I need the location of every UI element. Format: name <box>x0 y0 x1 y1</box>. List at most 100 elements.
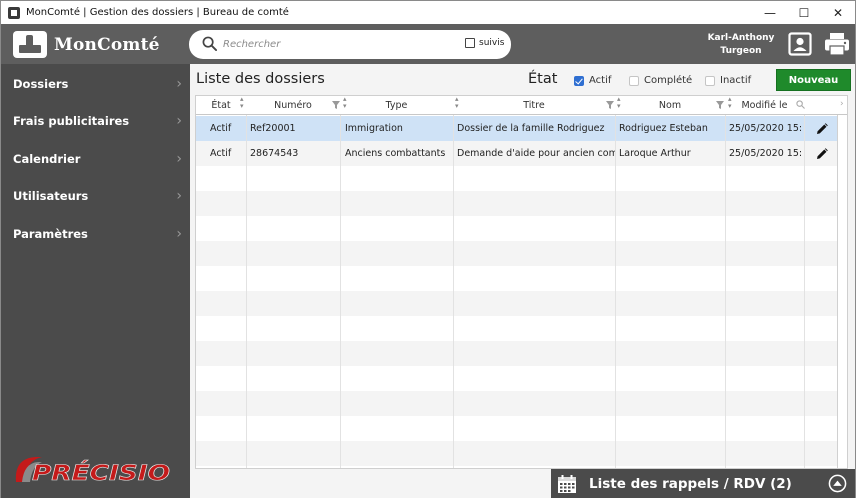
column-divider <box>725 115 726 468</box>
cell-nom: Laroque Arthur <box>619 148 691 159</box>
cell-etat: Actif <box>210 148 232 159</box>
sidebar-item-label: Frais publicitaires <box>13 113 130 128</box>
calendar-icon <box>558 474 576 493</box>
empty-row <box>196 316 837 341</box>
empty-row <box>196 366 837 391</box>
filter-funnel-icon[interactable] <box>716 101 724 109</box>
filter-label: Actif <box>589 75 612 86</box>
filter-label: Complété <box>644 75 693 86</box>
main-panel: Liste des dossiers État Actif Complété I… <box>190 64 855 498</box>
cell-numero: Ref20001 <box>250 123 296 134</box>
sidebar-item-frais-publicitaires[interactable]: Frais publicitaires › <box>1 102 190 139</box>
empty-row <box>196 191 837 216</box>
empty-row <box>196 441 837 466</box>
user-last-name: Turgeon <box>720 46 762 56</box>
cell-modifie: 25/05/2020 15: <box>729 148 803 159</box>
edit-button[interactable] <box>810 141 834 166</box>
cell-etat: Actif <box>210 123 232 134</box>
dossiers-table: État ▴ ▾ Numéro ▴ ▾ Type ▴ ▾ Titre ▴ ▾ N… <box>195 95 848 469</box>
search-input[interactable] <box>223 35 443 54</box>
search-column-icon[interactable] <box>796 100 805 109</box>
scroll-right-icon[interactable]: › <box>840 99 844 109</box>
sidebar: Dossiers › Frais publicitaires › Calendr… <box>1 64 190 498</box>
chevron-up-circle-icon[interactable] <box>828 474 847 493</box>
filter-funnel-icon[interactable] <box>606 101 614 109</box>
app-icon <box>8 6 20 19</box>
page-title: Liste des dossiers <box>196 71 325 87</box>
filter-inactif[interactable]: Inactif <box>705 75 751 86</box>
app-logo[interactable]: MonComté <box>13 31 160 58</box>
app-header: MonComté suivis Karl-Anthony Turgeon <box>1 24 855 64</box>
search-icon[interactable] <box>202 36 217 51</box>
column-header-etat[interactable]: État <box>196 96 246 115</box>
table-header: État ▴ ▾ Numéro ▴ ▾ Type ▴ ▾ Titre ▴ ▾ N… <box>196 96 847 115</box>
user-first-name: Karl-Anthony <box>707 33 775 43</box>
chevron-right-icon: › <box>176 225 182 242</box>
empty-row <box>196 416 837 441</box>
column-divider <box>453 115 454 468</box>
filter-actif[interactable]: Actif <box>574 75 611 86</box>
suivis-checkbox[interactable]: suivis <box>465 38 504 48</box>
close-button[interactable]: ✕ <box>821 1 855 24</box>
precisio-logo: PRÉCISIO <box>15 457 170 485</box>
sidebar-item-label: Paramètres <box>13 226 88 241</box>
minimize-button[interactable]: — <box>753 1 787 24</box>
window-controls: — ☐ ✕ <box>753 1 855 24</box>
empty-row <box>196 291 837 316</box>
title-bar: MonComté | Gestion des dossiers | Bureau… <box>1 1 855 24</box>
column-divider <box>340 115 341 468</box>
window-title: MonComté | Gestion des dossiers | Bureau… <box>26 7 289 18</box>
filter-complete-checkbox[interactable] <box>629 75 639 86</box>
cell-titre: Demande d'aide pour ancien comb <box>457 148 615 159</box>
filter-funnel-icon[interactable] <box>332 101 340 109</box>
empty-row <box>196 166 837 191</box>
app-window: MonComté | Gestion des dossiers | Bureau… <box>0 0 856 498</box>
column-divider <box>804 115 805 468</box>
suivis-label: suivis <box>479 38 505 48</box>
column-header-nom[interactable]: Nom <box>615 96 725 115</box>
empty-row <box>196 266 837 291</box>
sidebar-item-calendrier[interactable]: Calendrier › <box>1 140 190 177</box>
chevron-right-icon: › <box>176 150 182 167</box>
cell-modifie: 25/05/2020 15: <box>729 123 803 134</box>
cell-type: Anciens combattants <box>345 148 446 159</box>
sidebar-item-dossiers[interactable]: Dossiers › <box>1 65 190 102</box>
chevron-right-icon: › <box>176 75 182 92</box>
logo-icon <box>13 31 47 58</box>
pencil-icon[interactable] <box>816 122 828 135</box>
filter-complete[interactable]: Complété <box>629 75 692 86</box>
filter-actif-checkbox[interactable] <box>574 75 584 86</box>
column-header-modifie[interactable]: Modifié le <box>725 96 804 115</box>
brand-text: PRÉCISIO <box>32 460 170 485</box>
printer-icon[interactable] <box>823 31 851 57</box>
scrollbar-track[interactable] <box>837 115 838 468</box>
rappels-rdv-label: Liste des rappels / RDV (2) <box>589 475 792 492</box>
contact-card-icon[interactable] <box>787 31 813 57</box>
column-header-titre[interactable]: Titre <box>453 96 615 115</box>
sidebar-item-label: Utilisateurs <box>13 188 89 203</box>
rappels-rdv-bar[interactable]: Liste des rappels / RDV (2) <box>551 469 855 498</box>
sort-icon[interactable]: ▴ ▾ <box>240 96 244 110</box>
sidebar-item-label: Calendrier <box>13 151 81 166</box>
table-row[interactable]: Actif 28674543 Anciens combattants Deman… <box>196 141 837 166</box>
cell-type: Immigration <box>345 123 403 134</box>
user-name: Karl-Anthony Turgeon <box>701 32 781 58</box>
filter-label: Inactif <box>720 75 752 86</box>
column-header-numero[interactable]: Numéro <box>246 96 340 115</box>
column-divider <box>615 115 616 468</box>
pencil-icon[interactable] <box>816 147 828 160</box>
sidebar-item-utilisateurs[interactable]: Utilisateurs › <box>1 177 190 214</box>
filter-inactif-checkbox[interactable] <box>705 75 715 86</box>
column-header-type[interactable]: Type <box>340 96 453 115</box>
edit-button[interactable] <box>810 116 834 141</box>
suivis-checkbox-box[interactable] <box>465 38 475 48</box>
chevron-right-icon: › <box>176 112 182 129</box>
maximize-button[interactable]: ☐ <box>787 1 821 24</box>
table-row[interactable]: Actif Ref20001 Immigration Dossier de la… <box>196 116 837 141</box>
empty-row <box>196 391 837 416</box>
sidebar-item-parametres[interactable]: Paramètres › <box>1 215 190 252</box>
cell-titre: Dossier de la famille Rodriguez <box>457 123 605 134</box>
empty-row <box>196 216 837 241</box>
etat-filter-label: État <box>528 71 558 87</box>
new-dossier-button[interactable]: Nouveau <box>776 69 851 91</box>
